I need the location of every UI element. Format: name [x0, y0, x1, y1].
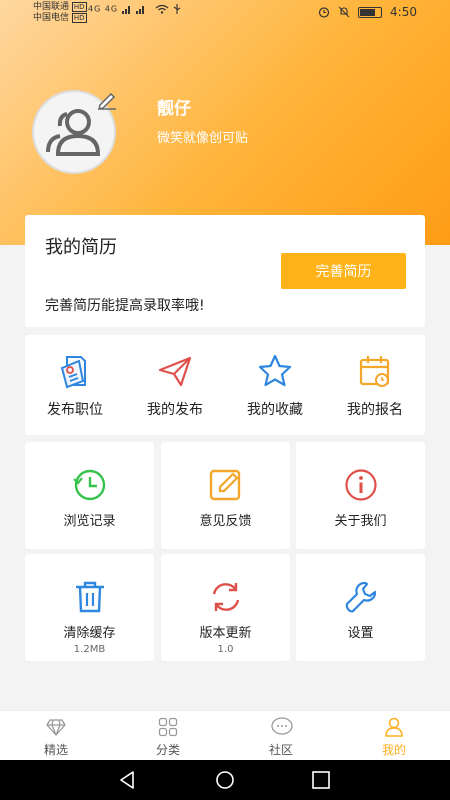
quick-action-label: 我的发布	[147, 402, 203, 418]
tab-featured[interactable]: 精选	[0, 711, 112, 761]
status-time: 4:50	[390, 5, 417, 19]
diamond-icon	[46, 719, 66, 736]
quick-action-label: 发布职位	[47, 402, 103, 418]
history-icon	[73, 469, 106, 501]
edit-icon	[209, 469, 241, 501]
recents-icon[interactable]	[311, 770, 331, 790]
signal-icon	[121, 6, 144, 14]
tile-feedback[interactable]: 意见反馈	[161, 442, 290, 549]
carrier-2: 中国电信	[33, 13, 70, 23]
tab-community[interactable]: 社区	[225, 711, 337, 761]
carrier-1: 中国联通	[33, 2, 70, 12]
mute-icon	[338, 6, 350, 18]
tile-label: 清除缓存	[63, 626, 116, 641]
carrier-info: 中国联通 HD 中国电信 HD	[33, 2, 87, 24]
status-bar: 中国联通 HD 中国电信 HD 4G 4G 4:50	[0, 0, 450, 26]
tab-label: 分类	[155, 743, 180, 757]
trash-icon	[76, 581, 104, 613]
quick-action-favorites[interactable]: 我的收藏	[225, 335, 325, 435]
battery-icon	[358, 6, 383, 18]
tile-label: 关于我们	[334, 514, 387, 529]
tile-label: 版本更新	[199, 626, 252, 641]
back-icon[interactable]	[118, 770, 138, 790]
quick-action-label: 我的报名	[347, 402, 403, 418]
calendar-icon	[359, 356, 390, 387]
tile-version-update[interactable]: 版本更新 1.0	[161, 554, 290, 661]
carrier-2-badge: HD	[71, 13, 87, 23]
resume-title: 我的简历	[45, 237, 117, 258]
wifi-icon	[155, 4, 169, 14]
edit-avatar-icon[interactable]	[96, 88, 118, 110]
tile-label: 浏览记录	[63, 514, 116, 529]
version-number: 1.0	[217, 644, 234, 655]
post-job-icon	[60, 356, 86, 389]
tile-about-us[interactable]: 关于我们	[296, 442, 425, 549]
tab-label: 我的	[381, 743, 406, 757]
quick-action-label: 我的收藏	[247, 402, 303, 418]
grid-icon	[158, 717, 178, 737]
home-icon[interactable]	[215, 770, 235, 790]
usb-icon	[173, 4, 181, 14]
tile-browse-history[interactable]: 浏览记录	[25, 442, 154, 549]
tile-label: 意见反馈	[199, 514, 252, 529]
quick-action-my-posts[interactable]: 我的发布	[125, 335, 225, 435]
network-type: 4G 4G	[88, 4, 119, 14]
network-indicator: 4G 4G	[88, 4, 181, 14]
tab-label: 社区	[268, 743, 293, 757]
tile-label: 设置	[347, 626, 374, 641]
quick-action-registrations[interactable]: 我的报名	[325, 335, 425, 435]
system-nav-bar	[0, 760, 450, 800]
info-icon	[345, 469, 377, 501]
tab-label: 精选	[43, 743, 68, 757]
tile-settings[interactable]: 设置	[296, 554, 425, 661]
resume-card: 我的简历 完善简历 完善简历能提高录取率哦!	[25, 215, 425, 327]
tab-categories[interactable]: 分类	[112, 711, 224, 761]
profile-motto: 微笑就像创可贴	[157, 131, 249, 146]
chat-icon	[271, 717, 293, 735]
username: 靓仔	[157, 99, 191, 119]
alarm-icon	[318, 7, 330, 18]
tab-mine[interactable]: 我的	[338, 711, 450, 761]
status-right: 4:50	[318, 5, 417, 19]
resume-hint: 完善简历能提高录取率哦!	[45, 298, 205, 314]
paper-plane-icon	[158, 356, 192, 387]
cache-size: 1.2MB	[73, 644, 106, 655]
complete-resume-button[interactable]: 完善简历	[281, 253, 406, 289]
person-icon	[385, 717, 403, 737]
quick-actions-card: 发布职位 我的发布 我的收藏 我的报名	[25, 335, 425, 435]
star-icon	[258, 354, 292, 387]
bottom-tab-bar: 精选 分类 社区 我的	[0, 710, 450, 761]
refresh-icon	[212, 583, 240, 611]
wrench-icon	[345, 581, 377, 613]
tile-clear-cache[interactable]: 清除缓存 1.2MB	[25, 554, 154, 661]
carrier-1-badge: HD	[71, 2, 87, 12]
quick-action-post-job[interactable]: 发布职位	[25, 335, 125, 435]
